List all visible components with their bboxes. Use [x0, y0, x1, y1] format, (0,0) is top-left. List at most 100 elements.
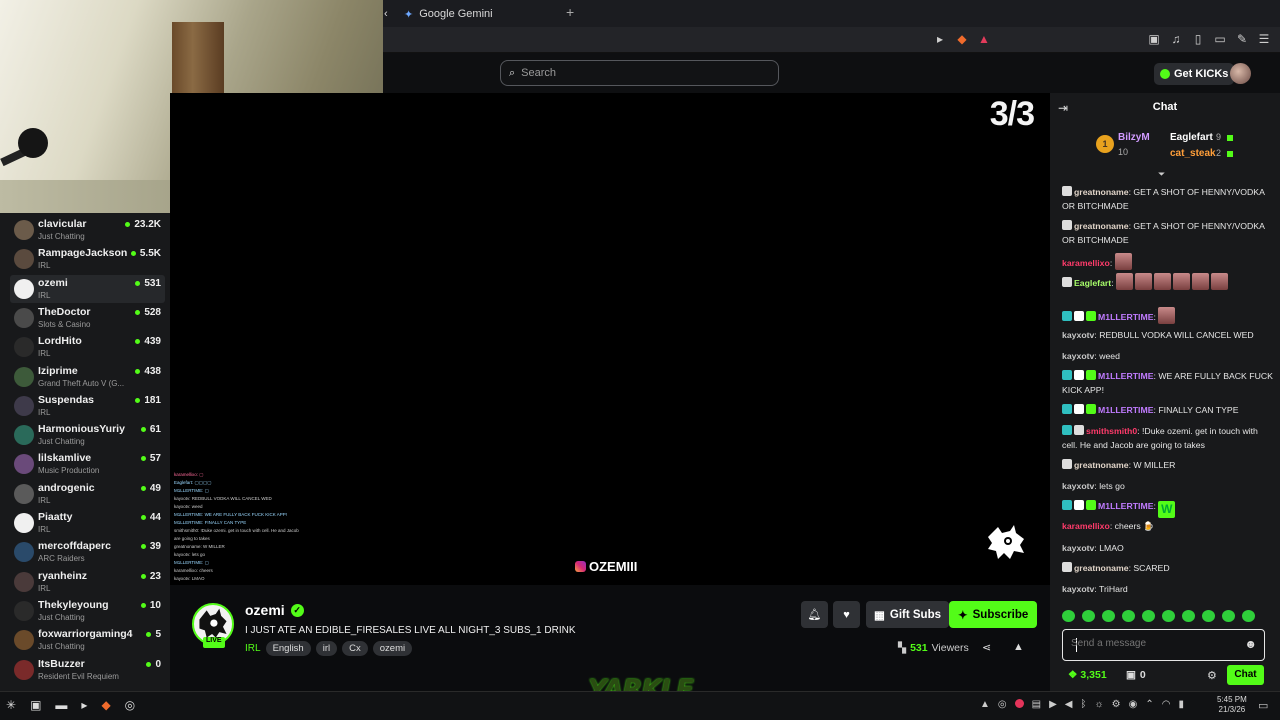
chat-input-box[interactable]: ☻	[1062, 629, 1265, 661]
tab-search-icon[interactable]: ▣	[1146, 32, 1162, 46]
sidebar-channel-rampagejackson[interactable]: RampageJackson IRL 5.5K	[10, 245, 165, 273]
search-bar[interactable]: ⌕ Search	[500, 60, 779, 86]
wallet-icon[interactable]: ▭	[1212, 32, 1228, 46]
chat-message-input[interactable]	[1071, 638, 1231, 649]
sidebar-channel-thekyleyoung[interactable]: Thekyleyoung Just Chatting 10	[10, 597, 165, 625]
volume-icon[interactable]: ◀	[1065, 699, 1073, 710]
chat-username[interactable]: kayxotv	[1062, 330, 1094, 340]
gift-subs-button[interactable]: ▦ Gift Subs	[866, 601, 949, 628]
tag-english[interactable]: English	[265, 641, 311, 656]
send-chat-button[interactable]: Chat	[1227, 665, 1264, 685]
emote-icon[interactable]	[1222, 610, 1235, 622]
emote-icon[interactable]	[1142, 610, 1155, 622]
emote-icon[interactable]	[1122, 610, 1135, 622]
sidebar-channel-ryanheinz[interactable]: ryanheinz IRL 23	[10, 568, 165, 596]
files-icon[interactable]: ▸	[81, 698, 87, 712]
chat-username[interactable]: greatnoname	[1074, 187, 1129, 197]
user-avatar[interactable]	[1230, 63, 1251, 84]
chat-username[interactable]: M1LLERTIME	[1098, 405, 1154, 415]
tray-obs-icon[interactable]: ◎	[998, 699, 1007, 710]
menu-icon[interactable]: ☰	[1256, 32, 1272, 46]
brave-icon[interactable]: ◆	[101, 698, 110, 712]
sidebar-channel-harmoniousyuriy[interactable]: HarmoniousYuriy Just Chatting 61	[10, 421, 165, 449]
launcher-icon[interactable]: ✳	[6, 698, 16, 712]
chat-username[interactable]: smithsmith0	[1086, 426, 1137, 436]
sidebar-channel-iziprime[interactable]: Iziprime Grand Theft Auto V (G... 438	[10, 363, 165, 391]
emote-icon[interactable]	[1202, 610, 1215, 622]
chat-username[interactable]: kayxotv	[1062, 351, 1094, 361]
chat-username[interactable]: karamellixo	[1062, 521, 1110, 531]
sidebar-channel-suspendas[interactable]: Suspendas IRL 181	[10, 392, 165, 420]
sidebar-icon[interactable]: ▯	[1190, 32, 1206, 46]
tab-close-arrow[interactable]: ‹	[384, 4, 388, 24]
workspace-icon[interactable]: ▣	[30, 698, 41, 712]
leader-2-name[interactable]: Eaglefart	[1170, 132, 1213, 143]
battery-icon[interactable]: ▮	[1179, 699, 1185, 710]
chat-username[interactable]: kayxotv	[1062, 481, 1094, 491]
chat-username[interactable]: kayxotv	[1062, 543, 1094, 553]
emote-icon[interactable]	[1062, 610, 1075, 622]
chat-username[interactable]: M1LLERTIME	[1098, 371, 1154, 381]
music-icon[interactable]: ♫	[1168, 32, 1184, 46]
tag-cx[interactable]: Cx	[342, 641, 368, 656]
leader-3-name[interactable]: cat_steak	[1170, 148, 1216, 159]
tray-app-icon[interactable]: ▲	[980, 699, 990, 710]
recording-icon[interactable]	[1014, 699, 1024, 708]
show-desktop-icon[interactable]: ▭	[1258, 699, 1268, 712]
tab-google-gemini[interactable]: ✦ Google Gemini	[404, 4, 493, 24]
emote-icon[interactable]	[1082, 610, 1095, 622]
media-play-icon[interactable]: ▶	[1049, 699, 1057, 710]
emote-icon[interactable]	[1162, 610, 1175, 622]
subscribe-button[interactable]: ✦ Subscribe	[949, 601, 1038, 628]
chat-username[interactable]: M1LLERTIME	[1098, 312, 1154, 322]
sidebar-channel-itsbuzzer[interactable]: ItsBuzzer Resident Evil Requiem 0	[10, 656, 165, 684]
chat-username[interactable]: greatnoname	[1074, 563, 1129, 573]
bluetooth-icon[interactable]: ᛒ	[1081, 699, 1087, 710]
sidebar-channel-androgenic[interactable]: androgenic IRL 49	[10, 480, 165, 508]
rewards-icon[interactable]: ▲	[976, 32, 992, 46]
wifi-icon[interactable]: ◠	[1162, 699, 1171, 710]
sidebar-channel-ozemi[interactable]: ozemi IRL 531	[10, 274, 165, 303]
extensions-icon[interactable]: ✎	[1234, 32, 1250, 46]
chat-username[interactable]: kayxotv	[1062, 584, 1094, 594]
get-kicks-button[interactable]: Get KICKs	[1154, 63, 1235, 85]
report-icon[interactable]: ▲	[1013, 641, 1024, 653]
terminal-icon[interactable]: ▬	[55, 698, 67, 712]
sidebar-channel-clavicular[interactable]: clavicular Just Chatting 23.2K	[10, 216, 165, 244]
sidebar-channel-lordhito[interactable]: LordHito IRL 439	[10, 333, 165, 361]
obs-icon[interactable]: ◎	[125, 698, 135, 712]
share-icon[interactable]: ⋖	[982, 641, 991, 654]
chat-username[interactable]: karamellixo	[1062, 258, 1110, 268]
streamer-name[interactable]: ozemi	[245, 602, 285, 618]
sidebar-channel-lilskamlive[interactable]: lilskamlive Music Production 57	[10, 450, 165, 478]
chevron-up-icon[interactable]: ⌃	[1145, 699, 1153, 710]
emote-icon[interactable]	[1182, 610, 1195, 622]
leader-1-name[interactable]: BilzyM	[1118, 132, 1150, 143]
play-icon[interactable]: ▸	[932, 32, 948, 46]
emote-icon[interactable]	[1102, 610, 1115, 622]
category-link[interactable]: IRL	[245, 643, 261, 654]
settings-icon[interactable]: ⚙	[1112, 699, 1121, 710]
chat-settings-gear-icon[interactable]: ⚙	[1207, 669, 1217, 682]
follow-heart-button[interactable]: ♥	[833, 601, 860, 628]
sidebar-channel-piaatty[interactable]: Piaatty IRL 44	[10, 509, 165, 537]
chat-username[interactable]: greatnoname	[1074, 221, 1129, 231]
tag-irl[interactable]: irl	[315, 641, 338, 656]
notification-bell-button[interactable]: 🔔︎	[801, 601, 828, 628]
chat-username[interactable]: M1LLERTIME	[1098, 501, 1154, 511]
sidebar-channel-thedoctor[interactable]: TheDoctor Slots & Casino 528	[10, 304, 165, 332]
new-tab-button[interactable]: +	[566, 4, 574, 20]
sidebar-channel-foxwarriorgaming4[interactable]: foxwarriorgaming4 Just Chatting 5	[10, 626, 165, 654]
video-player[interactable]: 3/3 karamellixo: ▢ Eaglefart: ▢▢▢▢ M1LLE…	[170, 93, 1050, 585]
tag-ozemi[interactable]: ozemi	[372, 641, 413, 656]
emoji-picker-icon[interactable]: ☻	[1244, 637, 1257, 651]
mic-icon[interactable]: ◉	[1129, 699, 1138, 710]
sidebar-channel-mercoffdaperc[interactable]: mercoffdaperc ARC Raiders 39	[10, 538, 165, 566]
clipboard-icon[interactable]: ▤	[1032, 699, 1041, 710]
pinned-toggle-icon[interactable]: ⏷	[1158, 169, 1165, 180]
brave-shield-icon[interactable]: ◆	[954, 32, 970, 46]
brightness-icon[interactable]: ☼	[1095, 699, 1104, 710]
chat-username[interactable]: greatnoname	[1074, 460, 1129, 470]
chat-username[interactable]: Eaglefart	[1074, 278, 1111, 288]
clock[interactable]: 5:45 PM 21/3/26	[1217, 695, 1247, 715]
